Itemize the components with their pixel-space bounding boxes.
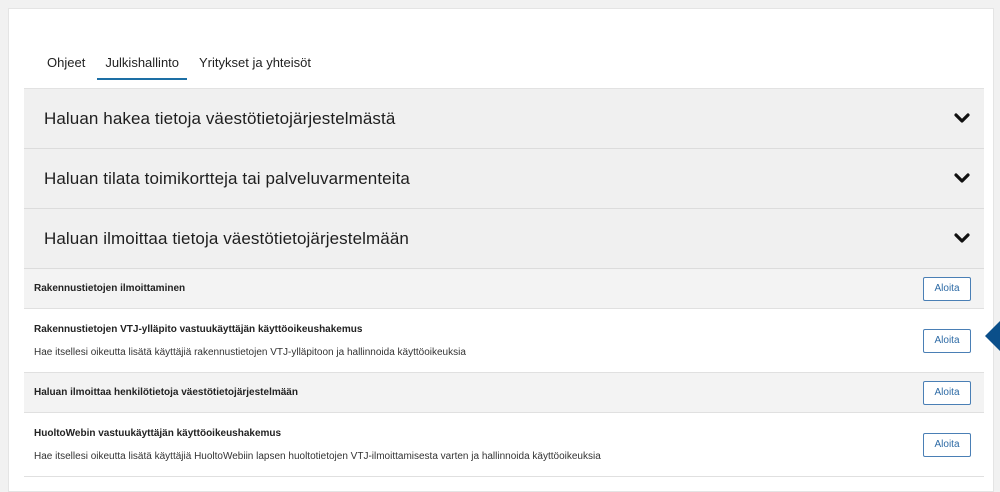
chevron-down-icon [954,172,970,183]
service-description: Hae itsellesi oikeutta lisätä käyttäjiä … [34,450,601,462]
start-button[interactable]: Aloita [923,328,971,353]
list-item: HuoltoWebin vastuukäyttäjän käyttöoikeus… [24,413,984,477]
chevron-down-icon [954,112,970,123]
tab-ohjeet[interactable]: Ohjeet [39,49,93,80]
accordion-title: Haluan hakea tietoja väestötietojärjeste… [44,108,396,128]
list-item: Haluan ilmoittaa henkilötietoja väestöti… [24,373,984,413]
service-title: HuoltoWebin vastuukäyttäjän käyttöoikeus… [34,427,282,439]
tab-bar: Ohjeet Julkishallinto Yritykset ja yhtei… [39,49,323,80]
service-list: Rakennustietojen ilmoittaminen Aloita Ra… [24,268,984,477]
accordion-header-hakea[interactable]: Haluan hakea tietoja väestötietojärjeste… [24,88,984,148]
start-button[interactable]: Aloita [923,380,971,405]
tab-julkishallinto[interactable]: Julkishallinto [97,49,188,80]
start-button[interactable]: Aloita [923,276,971,301]
pointer-arrow-icon [985,314,1000,358]
service-description: Hae itsellesi oikeutta lisätä käyttäjiä … [34,346,466,358]
service-title: Haluan ilmoittaa henkilötietoja väestöti… [34,387,298,398]
service-title: Rakennustietojen VTJ-ylläpito vastuukäyt… [34,323,363,335]
accordion: Haluan hakea tietoja väestötietojärjeste… [24,88,984,477]
start-button[interactable]: Aloita [923,432,971,457]
chevron-down-icon [954,232,970,243]
accordion-header-ilmoittaa[interactable]: Haluan ilmoittaa tietoja väestötietojärj… [24,208,984,268]
list-item: Rakennustietojen VTJ-ylläpito vastuukäyt… [24,309,984,373]
list-item: Rakennustietojen ilmoittaminen Aloita [24,269,984,309]
accordion-title: Haluan ilmoittaa tietoja väestötietojärj… [44,228,409,248]
accordion-header-tilata[interactable]: Haluan tilata toimikortteja tai palveluv… [24,148,984,208]
tab-yritykset[interactable]: Yritykset ja yhteisöt [191,49,319,80]
service-title: Rakennustietojen ilmoittaminen [34,283,186,294]
accordion-title: Haluan tilata toimikortteja tai palveluv… [44,168,410,188]
